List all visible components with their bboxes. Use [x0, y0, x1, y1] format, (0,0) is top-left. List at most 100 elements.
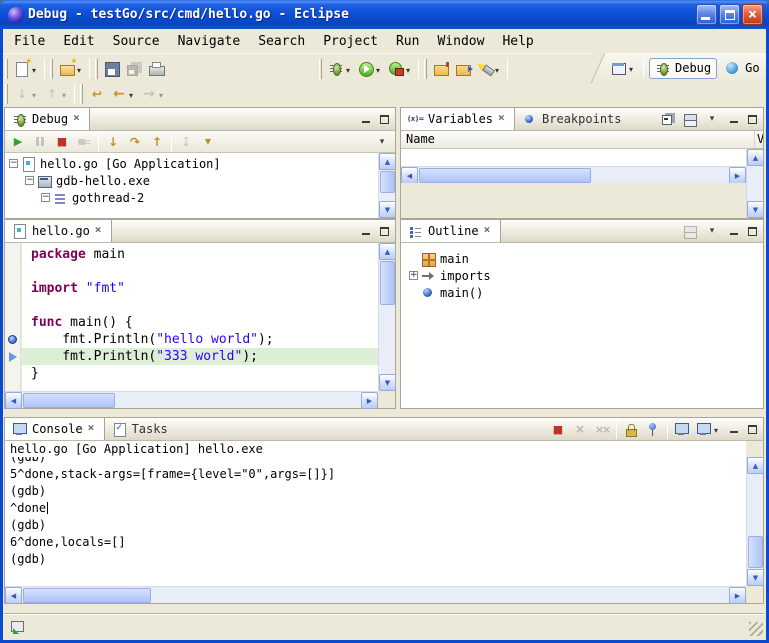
ruler-row[interactable] [5, 331, 20, 348]
editor-code[interactable]: package mainimport "fmt"func main() { fm… [22, 243, 378, 391]
minimize-view-button[interactable] [725, 224, 742, 239]
open-console-button[interactable] [693, 417, 723, 441]
set-layout-button[interactable] [679, 107, 701, 131]
open-perspective-button[interactable] [608, 56, 638, 80]
scroll-down-button[interactable] [747, 569, 764, 586]
pin-console-button[interactable] [642, 417, 664, 441]
open-resource-button[interactable] [452, 57, 474, 81]
code-line[interactable] [22, 263, 378, 280]
scrollbar-thumb[interactable] [380, 171, 395, 193]
scroll-down-button[interactable] [747, 201, 764, 218]
perspective-go-button[interactable]: Go [719, 58, 765, 79]
ruler-row[interactable] [5, 365, 20, 382]
scrollbar-thumb[interactable] [419, 168, 591, 183]
scroll-left-button[interactable] [401, 167, 418, 184]
menu-item-file[interactable]: File [5, 32, 54, 51]
fast-view-button[interactable] [7, 614, 29, 638]
scrollbar-thumb[interactable] [380, 261, 395, 305]
debug-tree-item[interactable]: −hello.go [Go Application] [5, 155, 395, 172]
close-view-icon[interactable] [497, 113, 507, 125]
last-edit-location-button[interactable] [86, 84, 108, 104]
variables-vertical-scrollbar[interactable] [746, 149, 763, 218]
remove-all-launches-button[interactable] [591, 417, 613, 441]
scroll-right-button[interactable] [361, 392, 378, 409]
tab-console[interactable]: Console [5, 418, 105, 440]
code-line[interactable]: } [22, 365, 378, 382]
variables-horizontal-scrollbar[interactable] [401, 166, 746, 183]
new-folder-button[interactable] [56, 57, 86, 81]
view-menu-button[interactable] [701, 219, 723, 243]
open-task-button[interactable] [430, 57, 452, 81]
maximize-view-button[interactable] [376, 112, 393, 127]
code-line[interactable]: fmt.Println("333 world"); [22, 348, 378, 365]
console-horizontal-scrollbar[interactable] [5, 586, 746, 603]
forward-button[interactable] [138, 84, 168, 104]
outline-item[interactable]: +imports [405, 267, 763, 284]
ruler-row[interactable] [5, 246, 20, 263]
scroll-up-button[interactable] [379, 153, 395, 170]
step-over-button[interactable] [124, 132, 146, 152]
external-tools-button[interactable] [385, 57, 415, 81]
expander-icon[interactable]: − [25, 176, 34, 185]
menu-item-navigate[interactable]: Navigate [169, 32, 250, 51]
ruler-row[interactable] [5, 280, 20, 297]
code-line[interactable]: import "fmt" [22, 280, 378, 297]
toolbar-grip[interactable] [5, 84, 8, 104]
scroll-up-button[interactable] [379, 243, 396, 260]
view-menu-button[interactable] [371, 132, 393, 152]
save-button[interactable] [101, 57, 123, 81]
expander-icon[interactable]: − [41, 193, 50, 202]
toolbar-grip[interactable] [5, 59, 8, 79]
toolbar-grip[interactable] [80, 84, 83, 104]
minimize-view-button[interactable] [725, 112, 742, 127]
console-vertical-scrollbar[interactable] [746, 457, 763, 586]
title-bar[interactable]: Debug - testGo/src/cmd/hello.go - Eclips… [0, 0, 769, 29]
scrollbar-thumb[interactable] [23, 588, 151, 603]
display-selected-console-button[interactable] [671, 417, 693, 441]
terminate-button[interactable] [547, 417, 569, 441]
variables-tree-area[interactable] [401, 149, 746, 166]
code-line[interactable] [22, 297, 378, 314]
tab-debug[interactable]: Debug [5, 108, 90, 130]
maximize-view-button[interactable] [744, 422, 761, 437]
view-menu-button[interactable] [701, 107, 723, 131]
tab-variables[interactable]: Variables [401, 108, 515, 130]
expander-icon[interactable]: − [9, 159, 18, 168]
debug-button[interactable] [325, 57, 355, 81]
save-all-button[interactable] [123, 57, 145, 81]
run-button[interactable] [355, 57, 385, 81]
scrollbar-thumb[interactable] [748, 536, 763, 568]
new-wizard-button[interactable] [11, 57, 41, 81]
breakpoint-icon[interactable] [8, 335, 17, 344]
outline-item[interactable]: main [405, 250, 763, 267]
toolbar-grip[interactable] [424, 59, 427, 79]
maximize-view-button[interactable] [744, 112, 761, 127]
use-step-filters-button[interactable] [197, 132, 219, 152]
drop-to-frame-button[interactable] [175, 132, 197, 152]
suspend-button[interactable] [29, 132, 51, 152]
menu-item-edit[interactable]: Edit [54, 32, 103, 51]
ruler-row[interactable] [5, 348, 20, 365]
resize-grip-icon[interactable] [749, 622, 763, 636]
menu-item-window[interactable]: Window [428, 32, 493, 51]
remove-launch-button[interactable] [569, 417, 591, 441]
scroll-left-button[interactable] [5, 587, 22, 604]
expander-icon[interactable]: + [409, 271, 418, 280]
console-output[interactable]: (gdb)5^done,stack-args=[frame={level="0"… [5, 457, 746, 586]
debug-tree-item[interactable]: −gdb-hello.exe [5, 172, 395, 189]
perspective-debug-button[interactable]: Debug [649, 58, 717, 79]
ruler-row[interactable] [5, 314, 20, 331]
minimize-view-button[interactable] [357, 224, 374, 239]
toolbar-grip[interactable] [50, 59, 53, 79]
code-line[interactable]: package main [22, 246, 378, 263]
close-view-icon[interactable] [87, 423, 97, 435]
variables-column-header[interactable]: Name Value [401, 131, 763, 149]
minimize-view-button[interactable] [357, 112, 374, 127]
maximize-view-button[interactable] [744, 224, 761, 239]
menu-item-project[interactable]: Project [314, 32, 387, 51]
menu-item-source[interactable]: Source [104, 32, 169, 51]
editor-horizontal-scrollbar[interactable] [5, 391, 378, 408]
toolbar-grip[interactable] [95, 59, 98, 79]
close-view-icon[interactable] [72, 113, 82, 125]
step-into-button[interactable] [102, 132, 124, 152]
